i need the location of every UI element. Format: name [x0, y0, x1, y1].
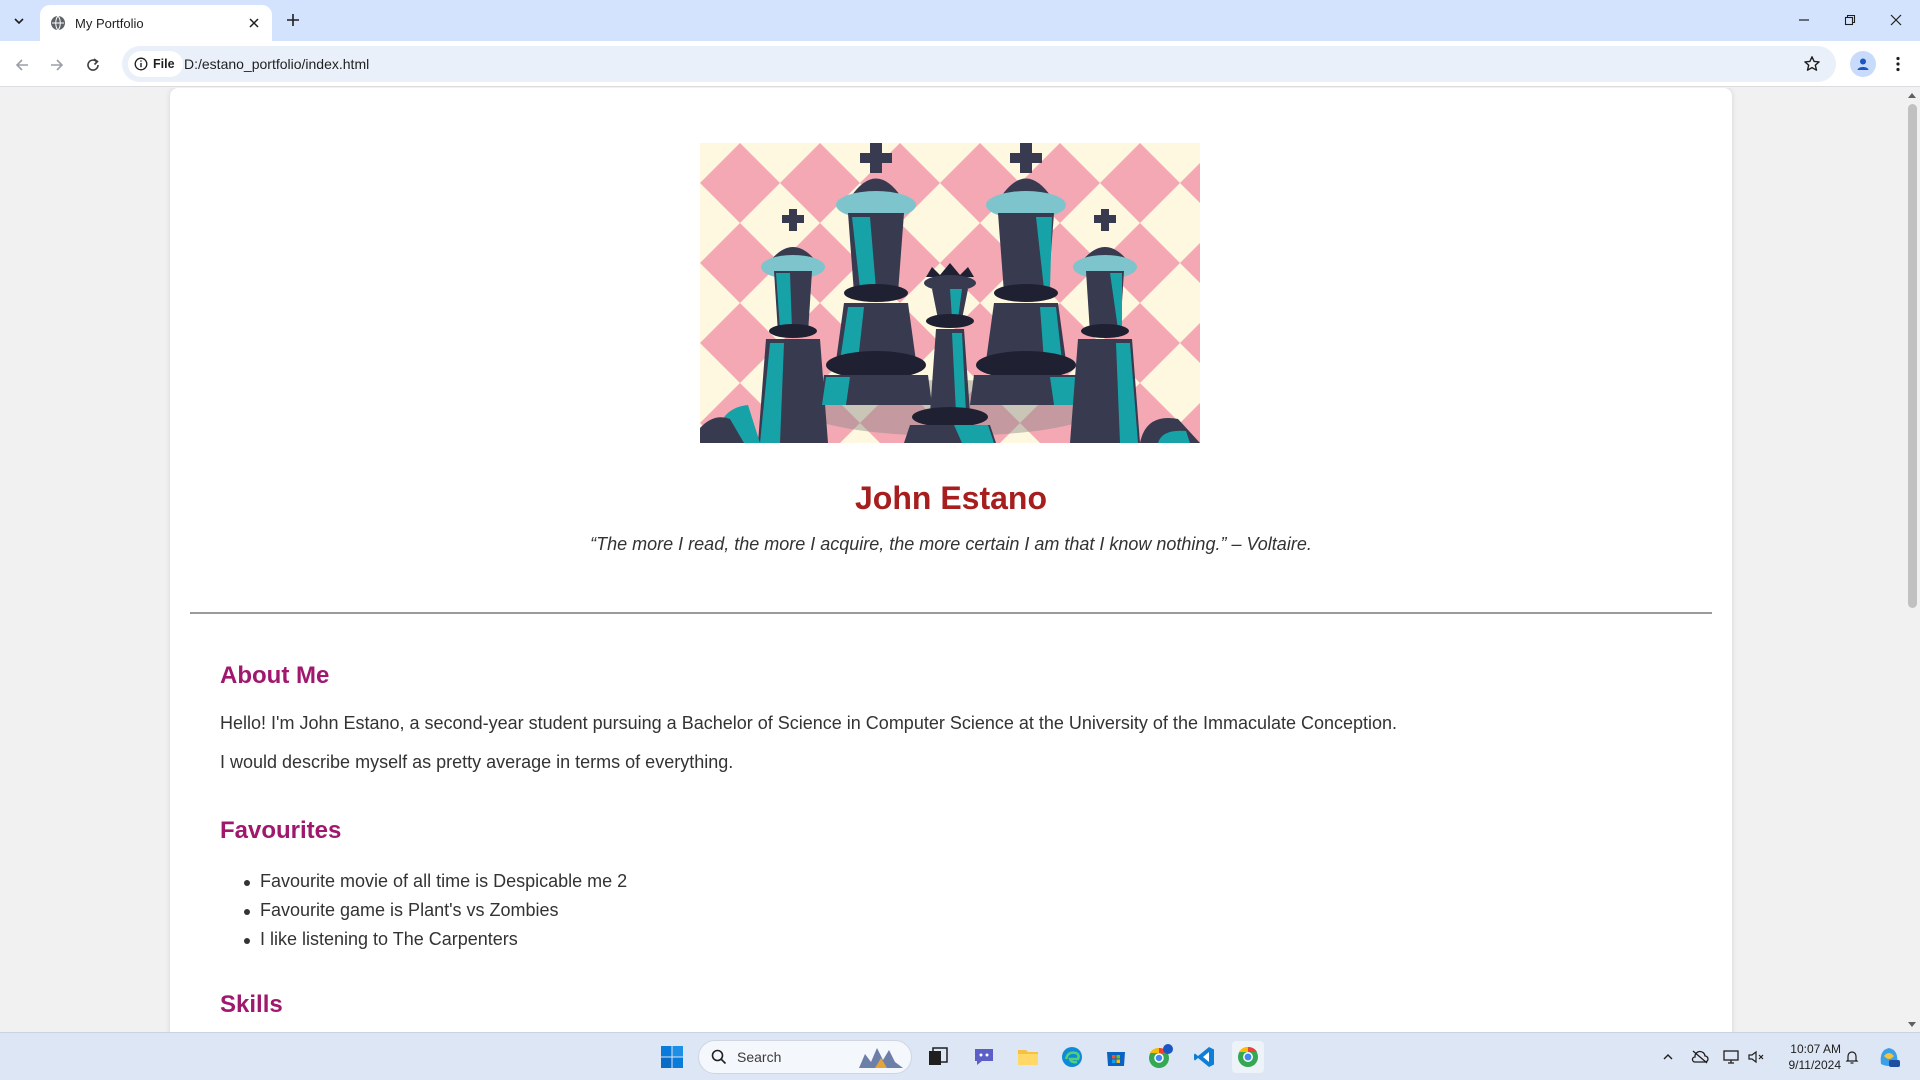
taskbar-search-box[interactable]: Search — [698, 1040, 912, 1074]
chrome-icon — [1149, 1044, 1173, 1068]
restore-button[interactable] — [1827, 0, 1873, 40]
back-button[interactable] — [8, 51, 36, 79]
show-hidden-icons-button[interactable] — [1658, 1047, 1678, 1067]
section-divider — [190, 612, 1712, 614]
bookmark-button[interactable] — [1802, 54, 1822, 74]
chrome-icon — [1238, 1046, 1258, 1067]
address-bar[interactable]: File D:/estano_portfolio/index.html — [122, 46, 1836, 82]
star-icon — [1804, 56, 1820, 71]
vscode-icon — [1194, 1047, 1214, 1067]
browser-toolbar: File D:/estano_portfolio/index.html — [0, 41, 1920, 87]
store-icon — [1107, 1052, 1125, 1066]
task-view-button[interactable] — [922, 1041, 954, 1073]
search-icon — [711, 1049, 727, 1065]
chat-app-button[interactable] — [968, 1041, 1000, 1073]
task-view-icon — [929, 1047, 948, 1065]
copilot-button[interactable] — [1876, 1044, 1902, 1070]
new-tab-button[interactable] — [281, 8, 305, 32]
onedrive-status-button[interactable] — [1690, 1047, 1710, 1067]
site-info-chip[interactable]: File — [128, 51, 183, 77]
profile-button[interactable] — [1850, 51, 1876, 77]
tab-title: My Portfolio — [75, 15, 144, 31]
volume-muted-icon — [1748, 1050, 1764, 1064]
clock-time: 10:07 AM — [1790, 1042, 1841, 1056]
notifications-button[interactable] — [1842, 1047, 1862, 1067]
favourites-list: Favourite movie of all time is Despicabl… — [220, 867, 627, 954]
clock-date: 9/11/2024 — [1788, 1058, 1842, 1072]
list-item: I like listening to The Carpenters — [220, 925, 627, 954]
scroll-up-arrow-icon[interactable] — [1908, 93, 1916, 98]
network-status-button[interactable] — [1722, 1047, 1742, 1067]
folder-icon — [1018, 1050, 1038, 1065]
tab-close-button[interactable] — [246, 15, 262, 31]
taskbar-search-placeholder: Search — [737, 1049, 782, 1065]
close-icon — [249, 18, 259, 28]
chrome-profile-button[interactable] — [1144, 1041, 1176, 1073]
cloud-off-icon — [1691, 1050, 1709, 1064]
close-icon — [1890, 14, 1902, 26]
edge-icon — [1062, 1047, 1082, 1067]
site-info-label: File — [153, 57, 175, 71]
url-text[interactable]: D:/estano_portfolio/index.html — [184, 56, 369, 72]
person-icon — [1857, 58, 1869, 70]
quote-text: “The more I read, the more I acquire, th… — [590, 534, 1312, 554]
chevron-down-icon — [14, 18, 24, 25]
scrollbar-thumb[interactable] — [1908, 104, 1917, 608]
network-icon — [1723, 1050, 1739, 1064]
favourites-heading: Favourites — [220, 817, 342, 844]
vscode-button[interactable] — [1188, 1041, 1220, 1073]
arrow-left-icon — [15, 59, 28, 71]
about-heading: About Me — [220, 662, 330, 689]
list-item: Favourite game is Plant's vs Zombies — [220, 896, 627, 925]
more-vertical-icon — [1896, 56, 1900, 72]
tab-my-portfolio[interactable]: My Portfolio — [40, 5, 272, 41]
close-window-button[interactable] — [1873, 0, 1919, 40]
edge-button[interactable] — [1056, 1041, 1088, 1073]
taskbar: Search 10:07 AM 9/11/2024 — [0, 1032, 1920, 1080]
minimize-button[interactable] — [1781, 0, 1827, 40]
arrow-right-icon — [51, 59, 64, 71]
scroll-down-arrow-icon[interactable] — [1908, 1022, 1916, 1027]
plus-icon — [287, 14, 299, 26]
skills-heading: Skills — [220, 991, 283, 1018]
tab-search-button[interactable] — [7, 9, 31, 33]
chat-icon — [975, 1049, 993, 1065]
tab-strip: My Portfolio — [0, 0, 1920, 41]
volume-button[interactable] — [1746, 1047, 1766, 1067]
start-button[interactable] — [656, 1041, 688, 1073]
globe-icon — [51, 15, 65, 31]
page-viewport: John Estano “The more I read, the more I… — [0, 88, 1904, 1032]
reload-icon — [87, 58, 99, 71]
taskbar-clock[interactable]: 10:07 AM 9/11/2024 — [1775, 1041, 1842, 1073]
chess-pieces-illustration — [700, 143, 1200, 443]
search-highlight-icon — [859, 1048, 903, 1068]
minimize-icon — [1799, 19, 1809, 21]
reload-button[interactable] — [79, 51, 107, 79]
chrome-button[interactable] — [1232, 1041, 1264, 1073]
file-explorer-button[interactable] — [1012, 1041, 1044, 1073]
chevron-up-icon — [1663, 1054, 1673, 1060]
browser-menu-button[interactable] — [1886, 51, 1910, 77]
forward-button[interactable] — [43, 51, 71, 79]
about-paragraph-2: I would describe myself as pretty averag… — [220, 752, 734, 772]
bell-icon — [1845, 1051, 1859, 1064]
about-paragraph-1: Hello! I'm John Estano, a second-year st… — [220, 713, 1398, 733]
windows-logo-icon — [661, 1046, 683, 1068]
list-item: Favourite movie of all time is Despicabl… — [220, 867, 627, 896]
page-scrollbar[interactable] — [1904, 88, 1920, 1032]
hero-chess-image — [700, 143, 1200, 443]
store-button[interactable] — [1100, 1041, 1132, 1073]
info-icon — [134, 57, 148, 71]
restore-icon — [1844, 14, 1856, 26]
portfolio-card: John Estano “The more I read, the more I… — [170, 88, 1732, 1032]
copilot-icon — [1880, 1048, 1900, 1067]
page-title: John Estano — [854, 480, 1047, 516]
